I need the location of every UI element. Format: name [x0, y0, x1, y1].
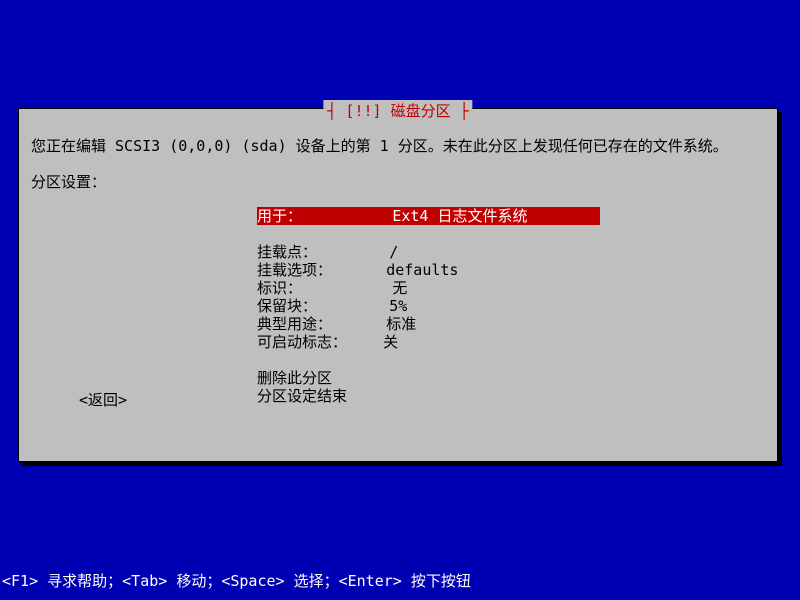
bootable-row[interactable]: 可启动标志： 关 — [257, 333, 600, 351]
spacer — [257, 225, 600, 243]
use-as-row[interactable]: 用于： Ext4 日志文件系统 — [257, 207, 600, 225]
help-line: <F1> 寻求帮助；<Tab> 移动；<Space> 选择；<Enter> 按下… — [2, 570, 471, 591]
reserved-row[interactable]: 保留块： 5% — [257, 297, 600, 315]
mount-options-row[interactable]: 挂载选项： defaults — [257, 261, 600, 279]
mount-point-row[interactable]: 挂载点： / — [257, 243, 600, 261]
done-setting-action[interactable]: 分区设定结束 — [257, 387, 600, 405]
label-row[interactable]: 标识： 无 — [257, 279, 600, 297]
delete-partition-action[interactable]: 删除此分区 — [257, 369, 600, 387]
usage-row[interactable]: 典型用途： 标准 — [257, 315, 600, 333]
settings-block: 用于： Ext4 日志文件系统 挂载点： / 挂载选项： defaults 标识… — [257, 207, 600, 405]
intro-text: 您正在编辑 SCSI3 (0,0,0) (sda) 设备上的第 1 分区。未在此… — [31, 135, 728, 156]
back-button[interactable]: <返回> — [79, 389, 127, 410]
partition-dialog: ┤ [!!] 磁盘分区 ├ 您正在编辑 SCSI3 (0,0,0) (sda) … — [18, 108, 778, 462]
dialog-title: ┤ [!!] 磁盘分区 ├ — [323, 100, 472, 121]
settings-label: 分区设置： — [31, 171, 106, 192]
